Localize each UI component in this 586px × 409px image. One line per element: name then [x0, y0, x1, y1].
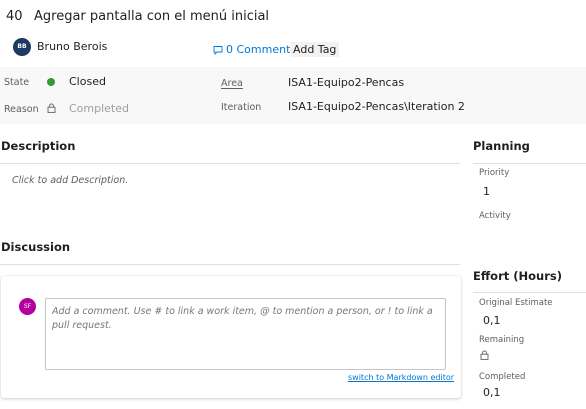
area-field[interactable]: ISA1-Equipo2-Pencas — [288, 76, 404, 89]
add-tag-button[interactable]: Add Tag — [290, 42, 340, 57]
assignee-name[interactable]: Bruno Berois — [37, 40, 107, 53]
original-estimate-label: Original Estimate — [479, 298, 553, 308]
description-heading: Description — [1, 139, 76, 153]
reason-value: Completed — [69, 102, 129, 115]
state-dropdown[interactable]: Closed — [69, 75, 106, 88]
state-label: State — [4, 77, 30, 88]
comment-icon — [213, 45, 223, 55]
lock-icon — [47, 102, 56, 116]
reason-label: Reason — [4, 104, 39, 115]
planning-heading: Planning — [473, 139, 530, 153]
current-user-avatar: SF — [19, 298, 36, 315]
effort-heading: Effort (Hours) — [473, 269, 562, 283]
remaining-label: Remaining — [479, 335, 525, 345]
completed-field[interactable]: 0,1 — [483, 386, 501, 399]
activity-label[interactable]: Activity — [479, 211, 511, 221]
markdown-editor-link[interactable]: switch to Markdown editor — [348, 373, 454, 382]
original-estimate-field[interactable]: 0,1 — [483, 314, 501, 327]
discussion-divider — [0, 264, 460, 265]
description-editor[interactable]: Click to add Description. — [12, 175, 128, 186]
assignee-avatar[interactable]: BB — [13, 38, 31, 56]
work-item-id: 40 — [6, 9, 23, 24]
planning-divider — [473, 163, 586, 164]
iteration-field[interactable]: ISA1-Equipo2-Pencas\Iteration 2 — [288, 100, 465, 113]
state-indicator-icon — [47, 78, 55, 86]
comments-link[interactable]: 0 Comments — [213, 43, 296, 56]
priority-field[interactable]: 1 — [483, 185, 490, 198]
effort-divider — [473, 292, 586, 293]
area-label: Area — [221, 78, 243, 89]
description-divider — [0, 163, 460, 164]
remaining-lock-icon — [480, 349, 489, 363]
comments-count: 0 Comments — [226, 43, 297, 56]
iteration-label: Iteration — [221, 102, 262, 113]
discussion-heading: Discussion — [1, 240, 71, 254]
completed-label: Completed — [479, 372, 526, 382]
priority-label: Priority — [479, 168, 510, 178]
comment-placeholder[interactable]: Add a comment. Use # to link a work item… — [52, 305, 442, 333]
work-item-title[interactable]: Agregar pantalla con el menú inicial — [34, 9, 269, 24]
